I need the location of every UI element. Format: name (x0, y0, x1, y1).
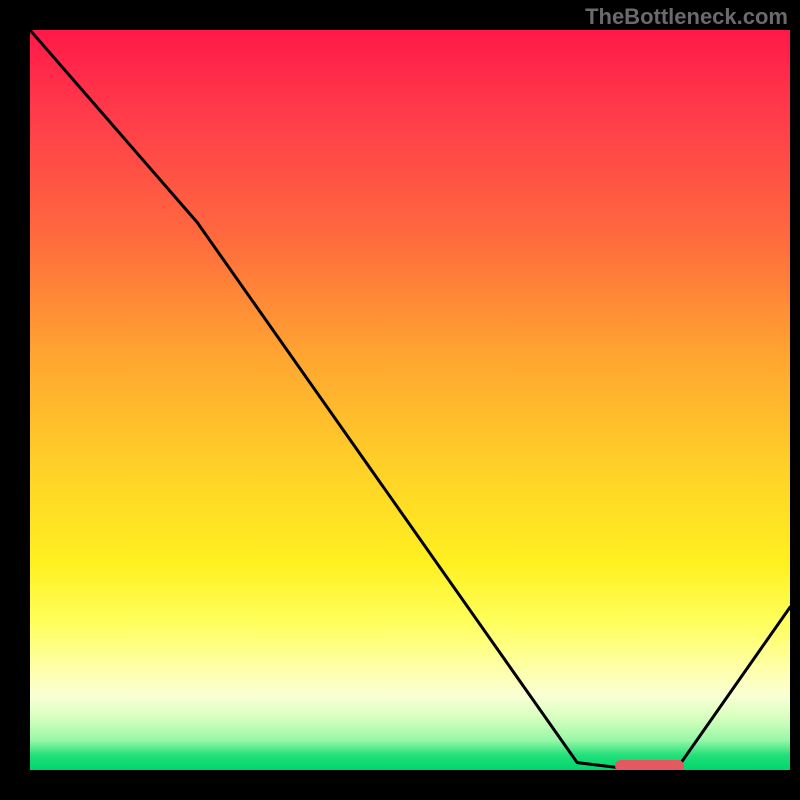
curve-line (30, 30, 790, 770)
watermark-text: TheBottleneck.com (585, 4, 788, 30)
plot-area (30, 30, 790, 770)
chart-wrapper: TheBottleneck.com (0, 0, 800, 800)
curve-svg (30, 30, 790, 770)
trough-marker (615, 760, 683, 770)
